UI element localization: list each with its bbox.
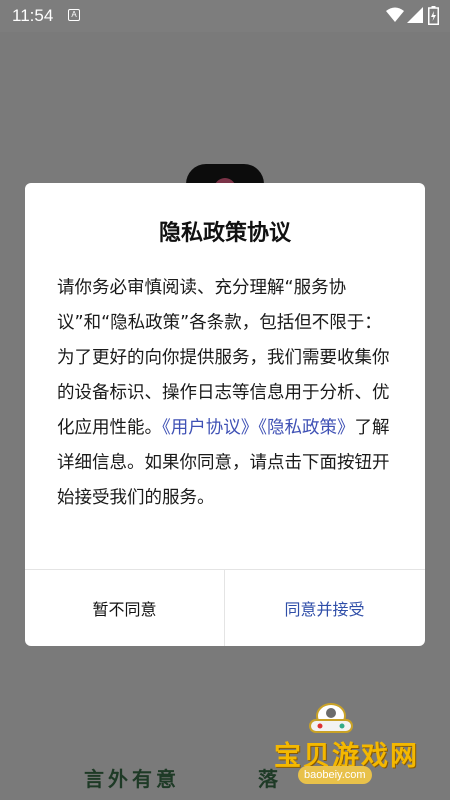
- user-agreement-link[interactable]: 《用户协议》: [162, 418, 258, 438]
- battery-icon: [428, 6, 439, 25]
- signal-icon: [407, 7, 423, 23]
- watermark: 宝贝游戏网 baobeiy.com: [272, 700, 422, 792]
- dialog-body: 请你务必审慎阅读、充分理解“服务协议”和“隐私政策”各条款，包括但不限于：为了更…: [57, 271, 397, 516]
- wifi-icon: [386, 7, 404, 22]
- status-time: 11:54: [12, 6, 54, 25]
- decline-button[interactable]: 暂不同意: [25, 570, 224, 646]
- background-title-text: 言外有意: [84, 767, 180, 791]
- dialog-body-intro: 请你务必审慎阅读、充分理解“服务协议”和“隐私政策”各条款，包括但不限于：为了更…: [57, 278, 390, 438]
- accept-button[interactable]: 同意并接受: [225, 570, 424, 646]
- privacy-policy-dialog: 隐私政策协议 请你务必审慎阅读、充分理解“服务协议”和“隐私政策”各条款，包括但…: [25, 183, 425, 646]
- watermark-url: baobeiy.com: [298, 766, 372, 784]
- gamepad-icon: [309, 703, 353, 733]
- dialog-title: 隐私政策协议: [158, 221, 291, 246]
- notification-a-icon: A: [68, 9, 80, 21]
- privacy-policy-link[interactable]: 《隐私政策》: [258, 418, 354, 438]
- status-bar: 11:54 A: [0, 0, 450, 32]
